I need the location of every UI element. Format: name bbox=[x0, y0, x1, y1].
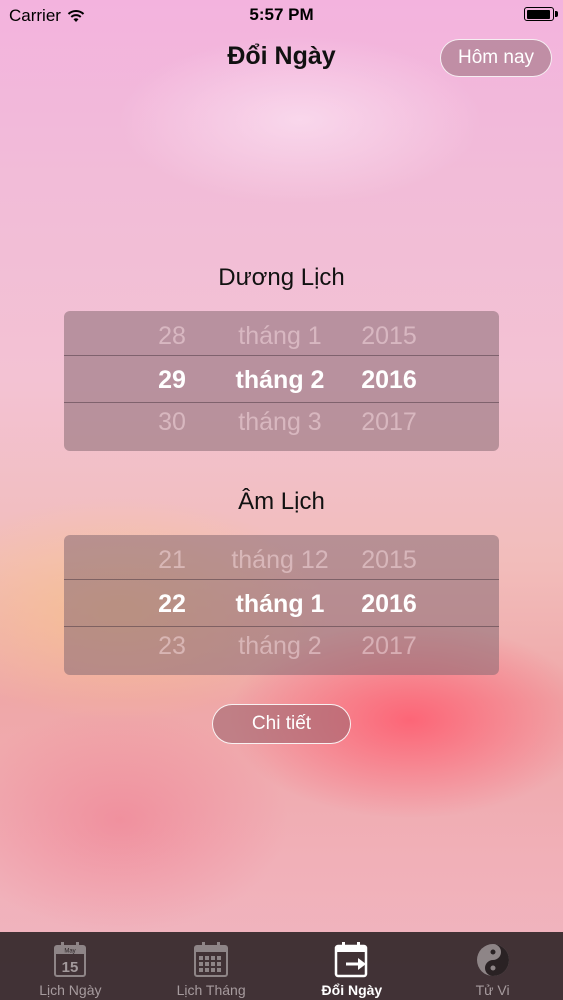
status-time: 5:57 PM bbox=[249, 5, 314, 24]
picker-row[interactable]: 30 tháng 3 2017 bbox=[64, 400, 499, 444]
year-option[interactable]: 2017 bbox=[349, 400, 429, 444]
picker-row[interactable]: 28 tháng 1 2015 bbox=[64, 314, 499, 358]
month-selected[interactable]: tháng 1 bbox=[219, 582, 341, 626]
day-option[interactable]: 30 bbox=[142, 400, 202, 444]
day-option[interactable]: 23 bbox=[142, 624, 202, 668]
tab-label: Lịch Ngày bbox=[39, 982, 102, 998]
month-option[interactable]: tháng 1 bbox=[219, 314, 341, 358]
battery-tip bbox=[555, 11, 558, 17]
tab-bar: May 15 Lịch Ngày Lịch Tháng Đổi Ngày Tử … bbox=[0, 932, 563, 1000]
tab-convert-date[interactable]: Đổi Ngày bbox=[282, 932, 423, 1000]
picker-row[interactable]: 23 tháng 2 2017 bbox=[64, 624, 499, 668]
picker-row-selected[interactable]: 29 tháng 2 2016 bbox=[64, 358, 499, 402]
tab-day-calendar[interactable]: May 15 Lịch Ngày bbox=[0, 932, 141, 1000]
year-selected[interactable]: 2016 bbox=[349, 358, 429, 402]
tab-month-calendar[interactable]: Lịch Tháng bbox=[141, 932, 282, 1000]
year-option[interactable]: 2015 bbox=[349, 538, 429, 582]
convert-date-icon bbox=[334, 942, 368, 978]
tab-horoscope[interactable]: Tử Vi bbox=[422, 932, 563, 1000]
detail-button[interactable]: Chi tiết bbox=[212, 704, 351, 744]
month-selected[interactable]: tháng 2 bbox=[219, 358, 341, 402]
year-option[interactable]: 2017 bbox=[349, 624, 429, 668]
calendar-month-icon bbox=[194, 942, 229, 977]
battery-level bbox=[526, 9, 551, 19]
calendar-day-icon-month: May bbox=[65, 949, 76, 955]
day-option[interactable]: 21 bbox=[142, 538, 202, 582]
calendar-day-icon: May 15 bbox=[54, 942, 87, 977]
today-button[interactable]: Hôm nay bbox=[440, 39, 552, 77]
lunar-calendar-title: Âm Lịch bbox=[238, 488, 325, 515]
year-selected[interactable]: 2016 bbox=[349, 582, 429, 626]
tab-label: Tử Vi bbox=[475, 982, 510, 998]
month-option[interactable]: tháng 3 bbox=[219, 400, 341, 444]
picker-row[interactable]: 21 tháng 12 2015 bbox=[64, 538, 499, 582]
status-bar: Carrier 5:57 PM bbox=[0, 0, 563, 30]
tab-label: Lịch Tháng bbox=[176, 982, 246, 998]
lunar-date-picker[interactable]: 21 tháng 12 2015 22 tháng 1 2016 23 thán… bbox=[64, 535, 499, 675]
picker-row-selected[interactable]: 22 tháng 1 2016 bbox=[64, 582, 499, 626]
yin-yang-icon bbox=[476, 944, 509, 976]
month-option[interactable]: tháng 12 bbox=[219, 538, 341, 582]
month-option[interactable]: tháng 2 bbox=[219, 624, 341, 668]
tab-label: Đổi Ngày bbox=[321, 982, 383, 998]
day-selected[interactable]: 22 bbox=[142, 582, 202, 626]
solar-calendar-title: Dương Lịch bbox=[218, 264, 345, 291]
calendar-day-icon-number: 15 bbox=[62, 959, 79, 976]
day-option[interactable]: 28 bbox=[142, 314, 202, 358]
day-selected[interactable]: 29 bbox=[142, 358, 202, 402]
solar-date-picker[interactable]: 28 tháng 1 2015 29 tháng 2 2016 30 tháng… bbox=[64, 311, 499, 451]
battery-icon bbox=[524, 7, 558, 21]
year-option[interactable]: 2015 bbox=[349, 314, 429, 358]
